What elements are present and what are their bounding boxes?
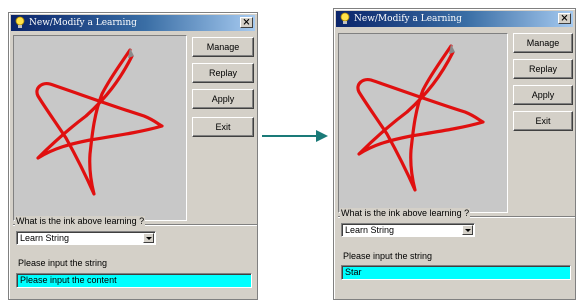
title-bar: New/Modify a Learning × xyxy=(11,15,255,31)
learning-type-select[interactable]: Learn String xyxy=(341,223,475,237)
string-input[interactable]: Please input the content xyxy=(16,273,252,288)
exit-button[interactable]: Exit xyxy=(192,117,254,137)
dialog-window-after: New/Modify a Learning × Manage Replay Ap… xyxy=(333,8,576,300)
question-label: What is the ink above learning ? xyxy=(340,208,471,218)
ink-canvas[interactable] xyxy=(13,35,187,221)
string-input[interactable]: Star xyxy=(341,265,571,280)
manage-button[interactable]: Manage xyxy=(192,37,254,57)
window-title: New/Modify a Learning xyxy=(29,18,137,28)
dialog-window-before: New/Modify a Learning × Manage Replay Ap… xyxy=(8,12,258,300)
manage-button[interactable]: Manage xyxy=(513,33,573,53)
chevron-down-icon[interactable] xyxy=(462,225,473,235)
ink-canvas[interactable] xyxy=(338,33,508,213)
star-ink-drawing xyxy=(35,48,164,196)
question-label: What is the ink above learning ? xyxy=(15,216,146,226)
right-arrow-icon xyxy=(262,130,328,142)
learning-type-select[interactable]: Learn String xyxy=(16,231,156,245)
learning-type-value: Learn String xyxy=(20,233,70,243)
star-ink-drawing xyxy=(356,44,485,192)
window-title: New/Modify a Learning xyxy=(354,14,462,24)
input-label: Please input the string xyxy=(17,258,109,268)
replay-button[interactable]: Replay xyxy=(513,59,573,79)
input-label: Please input the string xyxy=(342,251,434,261)
apply-button[interactable]: Apply xyxy=(192,89,254,109)
exit-button[interactable]: Exit xyxy=(513,111,573,131)
chevron-down-icon[interactable] xyxy=(143,233,154,243)
close-icon[interactable]: × xyxy=(240,17,253,28)
replay-button[interactable]: Replay xyxy=(192,63,254,83)
close-icon[interactable]: × xyxy=(558,13,571,24)
learning-type-value: Learn String xyxy=(345,225,395,235)
lightbulb-icon xyxy=(15,16,25,28)
apply-button[interactable]: Apply xyxy=(513,85,573,105)
lightbulb-icon xyxy=(340,12,350,24)
title-bar: New/Modify a Learning × xyxy=(336,11,573,27)
